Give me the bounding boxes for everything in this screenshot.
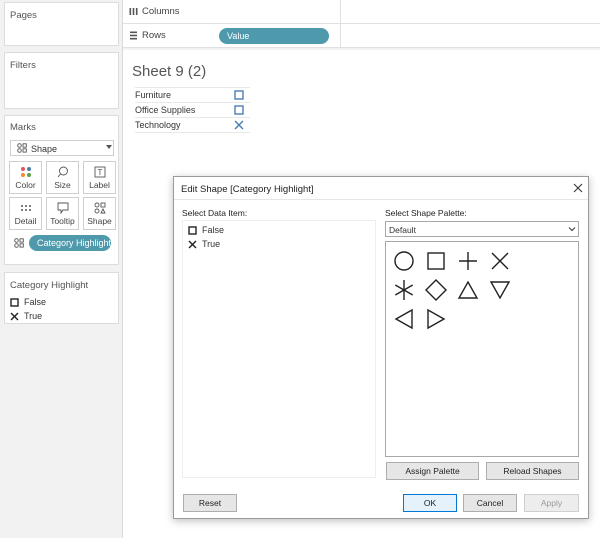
filters-card[interactable]: Filters [4,52,119,109]
legend-item[interactable]: True [10,311,110,323]
data-item-false: False [202,225,225,235]
filters-title: Filters [10,60,36,71]
circle-shape-icon[interactable] [392,249,416,273]
size-button[interactable]: Size [46,161,79,194]
svg-text:T: T [98,168,103,177]
category-label: Technology [135,120,181,130]
assign-palette-button[interactable]: Assign Palette [386,462,479,480]
apply-button[interactable]: Apply [524,494,579,512]
triangle-left-shape-icon[interactable] [392,307,416,331]
table-row[interactable]: Technology [135,118,250,133]
palette-select[interactable]: Default [385,221,579,237]
shelf-divider [340,24,341,48]
rows-label: Rows [142,30,166,41]
tooltip-label: Tooltip [50,216,75,226]
shape-field-pill[interactable]: Category Highlight [29,235,111,251]
triangle-right-shape-icon[interactable] [424,307,448,331]
diamond-shape-icon[interactable] [424,278,448,302]
detail-button[interactable]: Detail [9,197,42,230]
data-item-list[interactable]: False True [182,220,376,478]
shape-button[interactable]: Shape [83,197,116,230]
detail-label: Detail [14,216,37,226]
rows-icon [130,31,137,40]
legend-label-true: True [24,311,43,321]
columns-icon [129,8,138,15]
shape-palette [385,241,579,457]
legend-item[interactable]: False [10,297,110,309]
shapes-icon [14,238,24,248]
label-icon: T [94,166,106,178]
category-label: Office Supplies [135,105,196,115]
rows-shelf[interactable]: Rows Value [123,24,600,48]
plus-shape-icon[interactable] [456,249,480,273]
triangle-down-shape-icon[interactable] [488,278,512,302]
cross-mark-icon[interactable] [234,120,244,130]
color-icon [21,167,31,177]
cross-shape-icon[interactable] [488,249,512,273]
edit-shape-dialog: Edit Shape [Category Highlight] Select D… [173,176,589,519]
dialog-title: Edit Shape [Category Highlight] [181,184,314,195]
size-label: Size [54,180,71,190]
ok-button[interactable]: OK [403,494,457,512]
marks-card: Marks Shape Color Size T Label Detail To… [4,115,119,265]
detail-icon [21,205,31,211]
triangle-up-shape-icon[interactable] [456,278,480,302]
shape-legend-card: Category Highlight False True [4,272,119,324]
reload-shapes-button[interactable]: Reload Shapes [486,462,579,480]
data-item-label: Select Data Item: [182,208,248,218]
size-icon [57,166,68,178]
pages-title: Pages [10,10,37,21]
cross-icon [10,312,19,321]
square-icon [10,298,19,307]
square-mark-icon[interactable] [234,105,244,115]
chevron-down-icon [106,145,112,149]
columns-shelf[interactable]: Columns [123,0,600,24]
color-button[interactable]: Color [9,161,42,194]
square-mark-icon[interactable] [234,90,244,100]
palette-value: Default [389,225,416,235]
palette-label: Select Shape Palette: [385,208,467,218]
list-item[interactable]: True [188,238,338,252]
rows-value-pill[interactable]: Value [219,28,329,44]
square-shape-icon[interactable] [424,249,448,273]
square-icon [188,226,197,235]
shapes-icon [94,202,106,214]
data-item-true: True [202,239,221,249]
list-item[interactable]: False [188,224,338,238]
label-label: Label [89,180,110,190]
shapes-icon [17,143,27,153]
marks-title: Marks [10,122,36,133]
chevron-down-icon [568,227,576,232]
reset-button[interactable]: Reset [183,494,237,512]
table-row[interactable]: Furniture [135,88,250,103]
legend-title: Category Highlight [10,280,89,291]
table-row[interactable]: Office Supplies [135,103,250,118]
cross-icon [188,240,197,249]
mark-type-dropdown[interactable]: Shape [10,140,114,156]
shape-label: Shape [87,216,112,226]
shelf-divider [340,0,341,24]
category-label: Furniture [135,90,172,100]
sheet-title[interactable]: Sheet 9 (2) [132,63,206,80]
mark-type-value: Shape [31,144,58,154]
tooltip-icon [57,202,69,214]
label-button[interactable]: T Label [83,161,116,194]
close-icon[interactable] [572,182,584,194]
asterisk-shape-icon[interactable] [392,278,416,302]
cancel-button[interactable]: Cancel [463,494,517,512]
pages-card[interactable]: Pages [4,2,119,46]
tooltip-button[interactable]: Tooltip [46,197,79,230]
left-panel: Pages Filters Marks Shape Color Size T L… [0,0,123,538]
title-divider [174,199,588,200]
color-label: Color [15,180,36,190]
columns-label: Columns [142,6,180,17]
legend-label-false: False [24,297,47,307]
